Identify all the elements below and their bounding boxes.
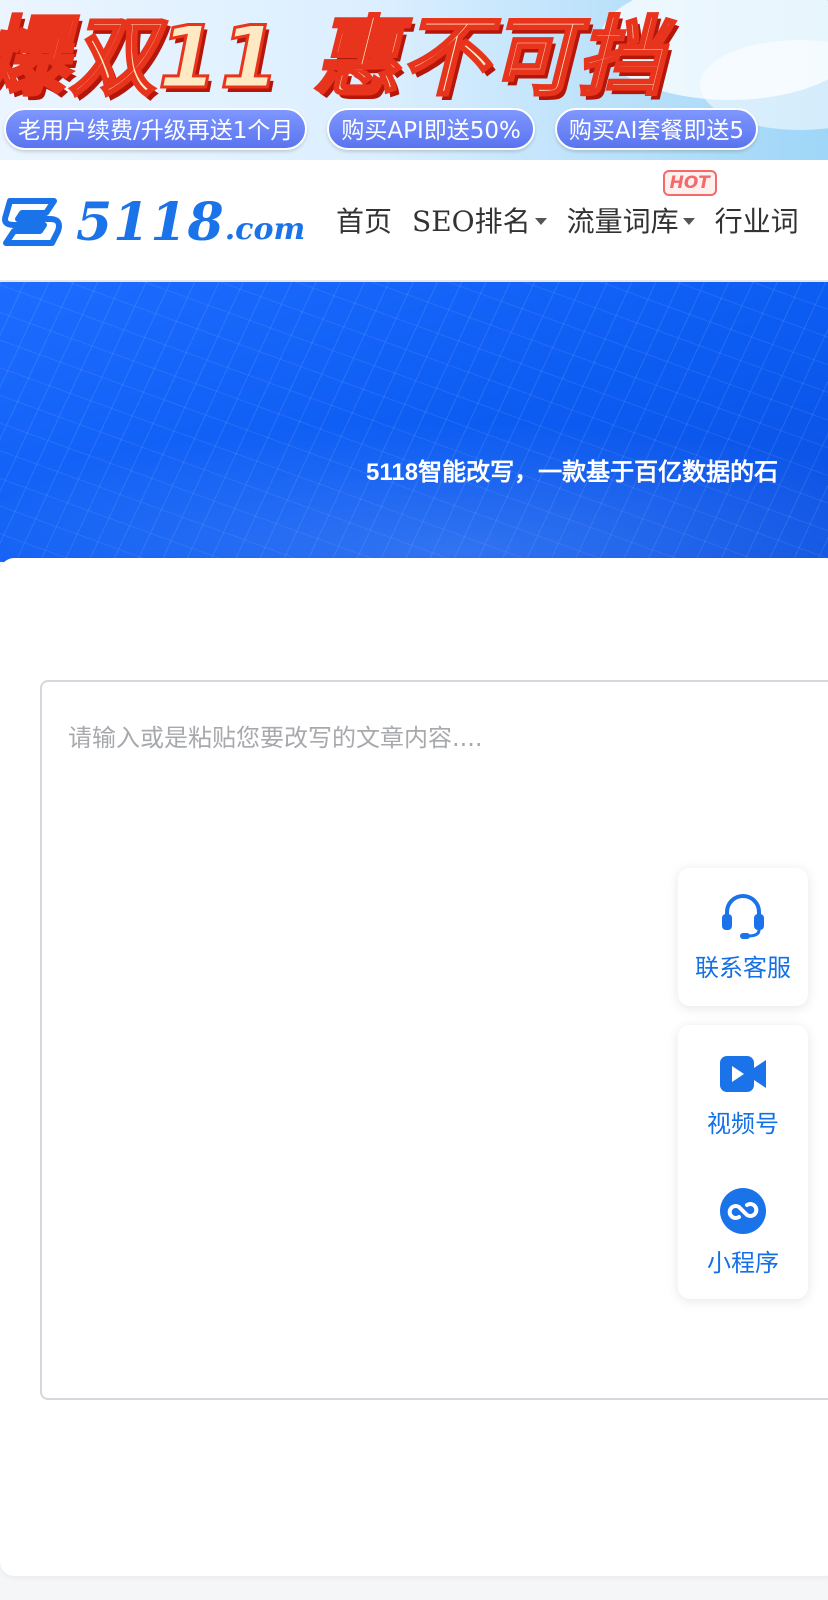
logo-suffix: .com [224, 211, 306, 247]
hot-badge: HOT [662, 170, 717, 196]
nav-item-label: 行业词 [714, 205, 799, 238]
nav-item-home[interactable]: 首页 [336, 200, 392, 240]
hero-subtitle: 5118智能改写，一款基于百亿数据的石 [366, 459, 779, 486]
video-camera-icon [720, 1055, 766, 1092]
contact-support-label: 联系客服 [695, 953, 791, 982]
logo-icon [2, 198, 62, 246]
contact-support-button[interactable]: 联系客服 [678, 868, 808, 1006]
hero-banner: 5118智能改写，一款基于百亿数据的石 [0, 282, 828, 562]
promo-headline: 爆双11 惠不可挡 [0, 7, 666, 110]
caret-down-icon [682, 217, 695, 225]
site-logo[interactable]: 5118 .com [0, 190, 305, 254]
promo-pill-ai[interactable]: 购买AI套餐即送5 [554, 108, 759, 150]
promo-pill-renewal[interactable]: 老用户续费/升级再送1个月 [4, 108, 308, 150]
nav-menu: 首页 SEO排名 HOT 流量词库 行业词 [336, 170, 819, 240]
nav-item-label: 流量词库 [566, 205, 679, 238]
video-channel-button[interactable]: 视频号 [678, 1025, 808, 1165]
logo-text: 5118 [76, 191, 225, 253]
nav-item-label: 首页 [336, 205, 393, 238]
promo-pill-api[interactable]: 购买API即送50% [327, 108, 535, 150]
mini-program-button[interactable]: 小程序 [678, 1165, 808, 1299]
promo-pill-list: 老用户续费/升级再送1个月 购买API即送50% 购买AI套餐即送5 [4, 108, 759, 150]
caret-down-icon [534, 217, 547, 225]
video-channel-label: 视频号 [707, 1109, 779, 1138]
mini-program-label: 小程序 [707, 1248, 779, 1277]
nav-item-industry-words[interactable]: 行业词 [715, 200, 799, 240]
social-float-panel: 视频号 小程序 [678, 1025, 808, 1299]
mini-program-icon [720, 1187, 766, 1234]
headset-icon [722, 893, 764, 939]
support-float-panel: 联系客服 [678, 868, 808, 1006]
nav-item-keyword-library[interactable]: HOT 流量词库 [566, 170, 717, 240]
top-nav: 5118 .com 首页 SEO排名 HOT 流量词库 行业词 [0, 160, 828, 282]
nav-item-label: SEO排名 [412, 205, 531, 238]
promo-banner[interactable]: 爆双11 惠不可挡 老用户续费/升级再送1个月 购买API即送50% 购买AI套… [0, 0, 828, 160]
nav-item-seo-ranking[interactable]: SEO排名 [412, 200, 547, 240]
